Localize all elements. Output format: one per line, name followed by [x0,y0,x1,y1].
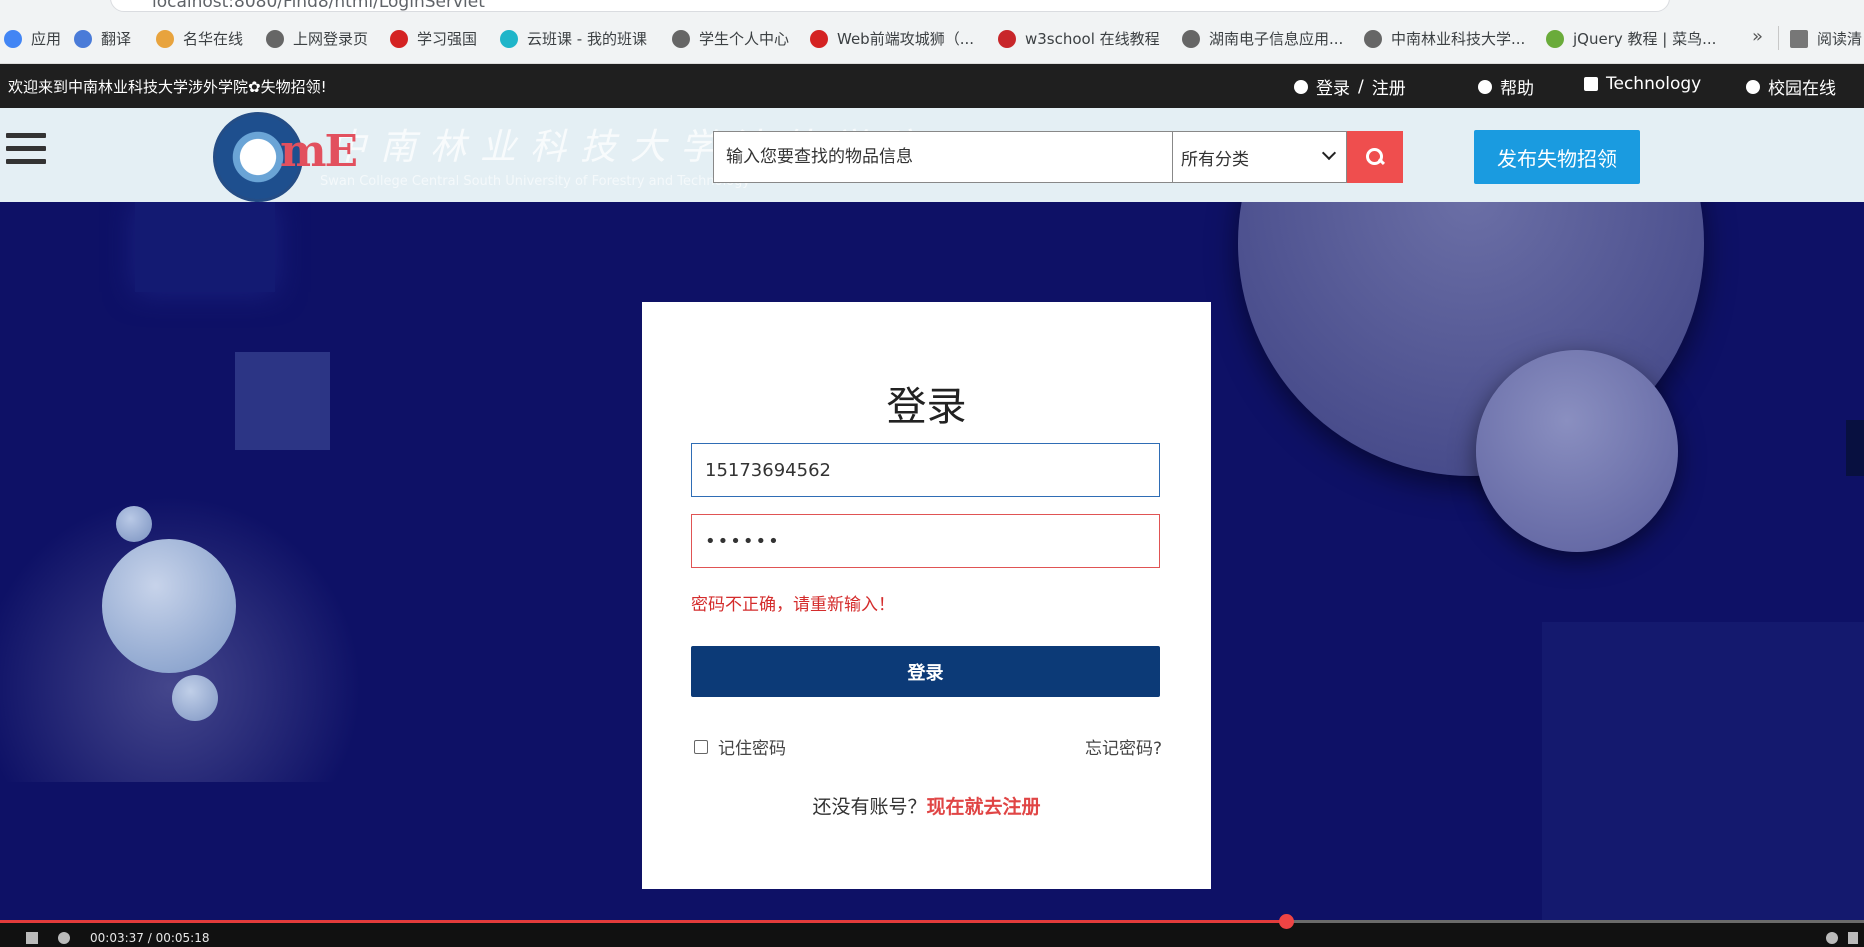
bookmark-w3school[interactable]: w3school 在线教程 [998,28,1160,49]
bookmarks-divider [1778,26,1779,50]
bookmark-minghua[interactable]: 名华在线 [156,28,243,49]
w3school-icon [998,29,1016,48]
translate-icon [74,29,92,48]
bookmark-hunan-electronics[interactable]: 湖南电子信息应用... [1182,28,1343,49]
site-header: 中南林业科技大学涉外学院 mE Swan College Central Sou… [0,108,1864,202]
bookmark-yunbanke[interactable]: 云班课 - 我的班课 [500,28,647,49]
bookmarks-bar: 应用 翻译 名华在线 上网登录页 学习强国 云班课 - 我的班课 学生个人中心 … [0,14,1864,64]
minghua-icon [156,29,174,48]
progress-fill [0,920,1287,923]
video-player-bar: 00:03:37 / 00:05:18 [0,914,1864,947]
volume-icon[interactable] [1848,932,1858,944]
login-link[interactable]: 登录 [1316,74,1350,99]
book-icon [1584,77,1598,91]
welcome-text: 欢迎来到中南林业科技大学涉外学院✿失物招领! [8,78,327,96]
no-account-text: 还没有账号？ [812,796,927,818]
user-icon [1294,79,1308,94]
remember-checkbox[interactable] [694,739,708,754]
bookmark-student-center[interactable]: 学生个人中心 [672,28,789,49]
settings-icon[interactable] [1826,932,1838,944]
bookmark-translate[interactable]: 翻译 [74,28,131,49]
runoob-icon [1546,29,1564,48]
search-button[interactable] [1347,131,1403,183]
reading-list[interactable]: 阅读清 [1790,28,1862,49]
signup-prompt: 还没有账号？现在就去注册 [642,792,1211,819]
globe-icon [1746,79,1760,94]
bookmark-web-frontend[interactable]: Web前端攻城狮（... [810,28,974,49]
globe-icon [1182,29,1200,48]
username-field[interactable] [691,443,1160,497]
menu-icon[interactable] [6,133,46,169]
link-divider: / [1358,76,1364,97]
category-select[interactable]: 所有分类 [1172,131,1347,183]
publish-lost-found-button[interactable]: 发布失物招领 [1474,130,1640,184]
search-icon [1366,148,1384,166]
password-error-message: 密码不正确，请重新输入！ [691,595,895,615]
decorative-circle [1476,350,1678,552]
decorative-square [1542,622,1864,920]
logo-subtitle: Swan College Central South University of… [320,174,751,189]
signup-link[interactable]: 现在就去注册 [927,796,1041,818]
browser-address-bar[interactable]: localhost:8080/Find8/html/LoginServlet [0,0,1864,14]
bookmarks-more-button[interactable]: » [1752,26,1763,47]
help-icon [1478,79,1492,94]
help-link[interactable]: 帮助 [1478,74,1534,99]
web-icon [810,29,828,48]
login-title: 登录 [886,384,967,430]
address-text[interactable]: localhost:8080/Find8/html/LoginServlet [152,0,485,12]
next-icon[interactable] [26,932,38,944]
decorative-circle [102,539,236,673]
register-link[interactable]: 注册 [1372,74,1406,99]
bookmark-csuft[interactable]: 中南林业科技大学... [1364,28,1525,49]
search-input[interactable] [713,131,1173,183]
remember-password[interactable]: 记住密码 [694,734,786,759]
playback-time: 00:03:37 / 00:05:18 [90,931,210,945]
yunbanke-icon [500,29,518,48]
bookmark-apps[interactable]: 应用 [4,28,61,49]
xuexi-icon [390,29,408,48]
progress-knob[interactable] [1279,914,1295,929]
logo-letters: mE [280,126,358,177]
globe-icon [1364,29,1382,48]
login-register-link[interactable]: 登录 / 注册 [1294,74,1406,99]
login-button[interactable]: 登录 [691,646,1160,697]
globe-icon [672,29,690,48]
forgot-password-link[interactable]: 忘记密码? [1085,734,1162,759]
apps-icon [4,29,22,48]
decorative-circle [172,675,218,721]
top-bar: 欢迎来到中南林业科技大学涉外学院✿失物招领! 登录 / 注册 帮助 Techno… [0,64,1864,108]
campus-online-link[interactable]: 校园在线 [1746,74,1836,99]
loop-icon[interactable] [58,932,70,944]
decorative-circle [116,506,152,542]
login-card: 登录 密码不正确，请重新输入！ 登录 记住密码 忘记密码? 还没有账号？现在就去… [642,302,1211,889]
bookmark-xuexi[interactable]: 学习强国 [390,28,477,49]
globe-icon [266,29,284,48]
side-tab[interactable] [1846,420,1864,476]
bookmark-net-login[interactable]: 上网登录页 [266,28,368,49]
remember-label: 记住密码 [718,739,786,759]
technology-link[interactable]: Technology [1584,74,1701,94]
bookmark-jquery[interactable]: jQuery 教程 | 菜鸟... [1546,28,1716,49]
password-field[interactable] [691,514,1160,568]
chevron-down-icon [1321,145,1337,161]
decorative-square [135,202,275,292]
reading-list-icon [1790,29,1808,48]
